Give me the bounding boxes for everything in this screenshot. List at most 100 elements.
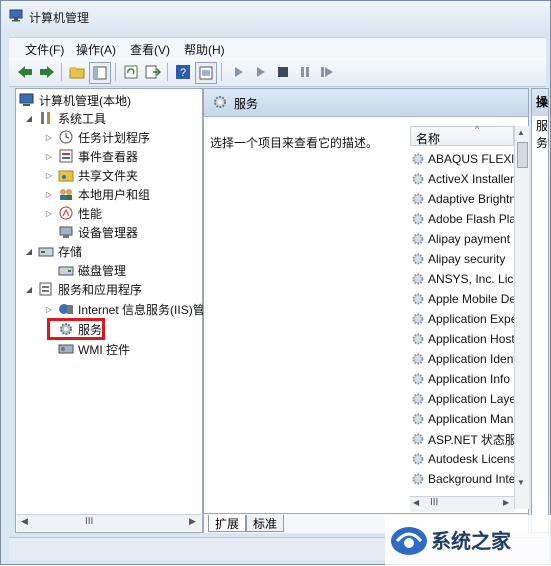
tree-item-task-scheduler[interactable]: ▷ 任务计划程序 — [44, 128, 150, 146]
services-header-title: 服务 — [234, 97, 259, 111]
iis-icon — [58, 302, 74, 316]
gear-icon — [412, 173, 424, 185]
list-item[interactable]: Apple Mobile Device — [411, 289, 514, 309]
service-name: Background Intelligent — [428, 472, 514, 486]
list-item[interactable]: ActiveX Installer — [411, 169, 514, 189]
actions-item-services[interactable]: 服务 — [536, 117, 550, 151]
gear-icon — [412, 473, 424, 485]
watermark: 系统之家 — [385, 515, 551, 566]
scroll-down-icon[interactable]: ▼ — [517, 478, 525, 487]
back-arrow-icon[interactable] — [15, 62, 35, 82]
tree-item-shared-folders[interactable]: ▷ 共享文件夹 — [44, 166, 138, 184]
scroll-right-icon[interactable]: ▶ — [189, 516, 196, 527]
menu-view[interactable]: 查看(V) — [130, 41, 170, 58]
tree-label: Internet 信息服务(IIS)管 — [78, 302, 205, 317]
start-service-icon[interactable] — [229, 62, 249, 82]
scroll-grip[interactable]: III — [430, 497, 438, 508]
tree-item-root[interactable]: 计算机管理(本地) — [19, 91, 131, 109]
tree-item-wmi[interactable]: WMI 控件 — [58, 340, 130, 358]
gear-icon — [412, 393, 424, 405]
gear-icon — [412, 293, 424, 305]
tree-item-iis[interactable]: ▷ Internet 信息服务(IIS)管 — [44, 300, 205, 318]
menu-help[interactable]: 帮助(H) — [184, 41, 225, 58]
service-name: ANSYS, Inc. License — [428, 272, 514, 286]
forward-arrow-icon[interactable] — [37, 62, 57, 82]
help-icon[interactable]: ? — [173, 62, 193, 82]
list-item[interactable]: ANSYS, Inc. License — [411, 269, 514, 289]
list-item[interactable]: Application Identity — [411, 349, 514, 369]
scroll-right-icon[interactable]: ▶ — [503, 498, 509, 507]
scroll-left-icon[interactable]: ◀ — [413, 498, 419, 507]
actions-header: 操作 — [532, 89, 548, 116]
list-item[interactable]: Application Management — [411, 409, 514, 429]
scroll-grip[interactable]: III — [85, 516, 93, 527]
up-folder-icon[interactable] — [67, 62, 87, 82]
tree-item-storage[interactable]: ◢ 存储 — [24, 242, 82, 260]
expand-arrow-icon[interactable]: ▷ — [44, 171, 54, 180]
list-item[interactable]: Application Info — [411, 369, 514, 389]
tab-extended[interactable]: 扩展 — [208, 515, 247, 532]
tree-label: 任务计划程序 — [78, 130, 151, 145]
collapse-arrow-icon[interactable]: ◢ — [24, 285, 34, 294]
gear-icon — [212, 95, 228, 112]
export-list-icon[interactable] — [143, 62, 163, 82]
column-header-name[interactable]: 名称 ^ — [410, 124, 514, 146]
list-item[interactable]: Adobe Flash Player — [411, 209, 514, 229]
expand-arrow-icon[interactable]: ▷ — [44, 152, 54, 161]
menu-file[interactable]: 文件(F) — [25, 41, 64, 58]
collapse-arrow-icon[interactable]: ◢ — [24, 114, 34, 123]
tree-label: 存储 — [58, 244, 83, 259]
tree-item-services-apps[interactable]: ◢ 服务和应用程序 — [24, 280, 142, 298]
stop-service-icon[interactable] — [273, 62, 293, 82]
tree-item-event-viewer[interactable]: ▷ 事件查看器 — [44, 147, 138, 165]
start-icon[interactable] — [251, 62, 271, 82]
scroll-left-icon[interactable]: ◀ — [21, 516, 28, 527]
service-name: ASP.NET 状态服务 — [428, 432, 514, 447]
list-item[interactable]: Background Intelligent — [411, 469, 514, 489]
expand-arrow-icon[interactable]: ▷ — [44, 305, 54, 314]
list-item[interactable]: ASP.NET 状态服务 — [411, 429, 514, 449]
tree-item-performance[interactable]: ▷ 性能 — [44, 204, 102, 222]
properties-icon[interactable] — [195, 62, 217, 84]
pause-service-icon[interactable] — [295, 62, 315, 82]
list-item[interactable]: Application Layer — [411, 389, 514, 409]
watermark-text: 系统之家 — [431, 529, 511, 553]
service-name: Alipay security — [428, 252, 506, 266]
tree-horizontal-scrollbar[interactable]: ◀ III ▶ — [17, 514, 201, 531]
expand-arrow-icon[interactable]: ▷ — [44, 133, 54, 142]
tab-standard[interactable]: 标准 — [246, 515, 285, 532]
service-name: Application Host — [428, 332, 514, 346]
tree-item-local-users[interactable]: ▷ 本地用户和组 — [44, 185, 150, 203]
scroll-thumb[interactable] — [517, 142, 528, 168]
list-item[interactable]: Alipay payment — [411, 229, 514, 249]
gear-icon — [412, 193, 424, 205]
gear-icon — [412, 353, 424, 365]
list-item[interactable]: Adaptive Brightness — [411, 189, 514, 209]
refresh-icon[interactable] — [121, 62, 141, 82]
list-item[interactable]: Alipay security — [411, 249, 514, 269]
menu-action[interactable]: 操作(A) — [76, 41, 116, 58]
tree-label: 磁盘管理 — [78, 263, 127, 278]
expand-arrow-icon[interactable]: ▷ — [44, 190, 54, 199]
list-item[interactable]: Application Experience — [411, 309, 514, 329]
actions-pane: 操作 服务 — [531, 88, 549, 533]
list-item[interactable]: Autodesk Licensing — [411, 449, 514, 469]
show-hide-tree-icon[interactable] — [89, 62, 111, 84]
collapse-arrow-icon[interactable]: ◢ — [24, 247, 34, 256]
scroll-up-icon[interactable]: ▲ — [517, 128, 525, 137]
gear-icon — [412, 413, 424, 425]
services-highlight-box — [47, 318, 105, 340]
gear-icon — [412, 273, 424, 285]
tree-item-system-tools[interactable]: ◢ 系统工具 — [24, 109, 106, 127]
services-horizontal-scrollbar[interactable]: ◀ III ▶ — [410, 496, 514, 512]
wmi-icon — [58, 342, 74, 356]
tree-item-disk-management[interactable]: 磁盘管理 — [58, 261, 126, 279]
services-vertical-scrollbar[interactable]: ▲ ▼ — [514, 126, 529, 509]
tree-item-device-manager[interactable]: 设备管理器 — [58, 223, 138, 241]
list-item[interactable]: ABAQUS FLEXlm — [411, 149, 514, 169]
list-item[interactable]: Application Host — [411, 329, 514, 349]
toolbar: ? — [9, 58, 546, 87]
gear-icon — [412, 213, 424, 225]
restart-service-icon[interactable] — [317, 62, 337, 82]
expand-arrow-icon[interactable]: ▷ — [44, 209, 54, 218]
